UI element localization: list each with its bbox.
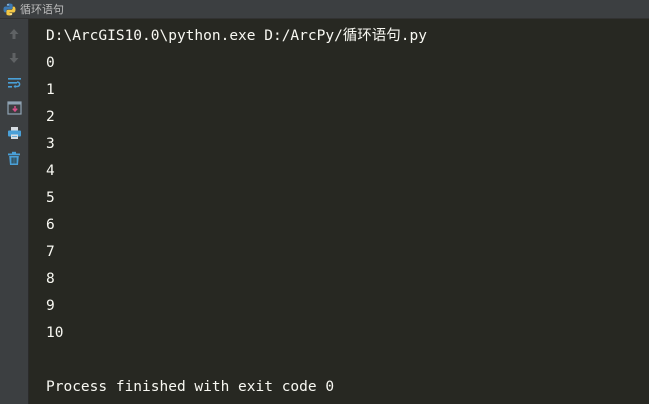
command-line: D:\ArcGIS10.0\python.exe D:/ArcPy/循环语句.p… [46, 28, 427, 44]
soft-wrap-button[interactable] [6, 75, 22, 91]
scroll-to-end-icon [6, 101, 22, 115]
trash-icon [8, 151, 20, 165]
python-icon [3, 3, 16, 15]
clear-all-button[interactable] [6, 150, 22, 166]
exit-message: Process finished with exit code 0 [46, 379, 335, 395]
output-line: 2 [46, 109, 55, 125]
output-line: 6 [46, 217, 55, 233]
soft-wrap-icon [7, 78, 21, 89]
output-line: 3 [46, 136, 55, 152]
print-icon [7, 127, 21, 139]
arrow-down-icon [9, 53, 19, 63]
output-line: 8 [46, 271, 55, 287]
print-button[interactable] [6, 125, 22, 141]
down-arrow-button[interactable] [6, 50, 22, 66]
run-tab-title: 循环语句 [20, 2, 64, 16]
output-line: 0 [46, 55, 55, 71]
run-tab-titlebar[interactable]: 循环语句 [0, 0, 649, 19]
output-line: 10 [46, 325, 64, 341]
console-output[interactable]: D:\ArcGIS10.0\python.exe D:/ArcPy/循环语句.p… [29, 19, 649, 404]
console-toolbar [0, 19, 29, 404]
up-arrow-button[interactable] [6, 26, 22, 42]
output-line: 9 [46, 298, 55, 314]
output-line: 4 [46, 163, 55, 179]
arrow-up-icon [9, 29, 19, 39]
scroll-to-end-button[interactable] [6, 100, 22, 116]
run-window: 循环语句 D:\ArcGIS10.0\python.exe D:/ArcPy/循… [0, 0, 649, 404]
output-line: 1 [46, 82, 55, 98]
output-line: 5 [46, 190, 55, 206]
output-line: 7 [46, 244, 55, 260]
